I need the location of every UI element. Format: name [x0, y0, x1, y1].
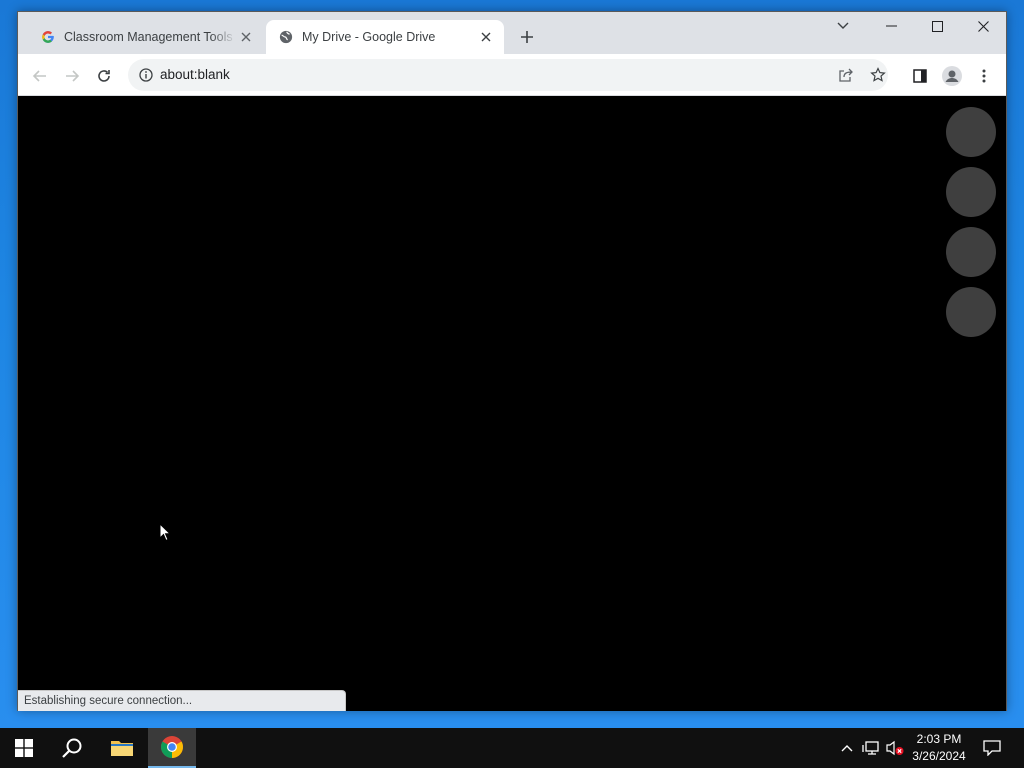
side-panel-button[interactable]	[906, 62, 934, 90]
notification-center-button[interactable]	[980, 728, 1004, 768]
back-button[interactable]	[26, 62, 54, 90]
kebab-menu-icon	[982, 69, 986, 83]
chrome-taskbar-button[interactable]	[148, 728, 196, 768]
browser-toolbar: about:blank	[18, 54, 1006, 96]
address-text: about:blank	[160, 67, 230, 82]
tab-classroom-tools[interactable]: Classroom Management Tools &	[28, 20, 264, 54]
status-bubble: Establishing secure connection...	[18, 690, 346, 711]
plus-icon	[521, 31, 533, 43]
reload-button[interactable]	[90, 62, 118, 90]
file-explorer-button[interactable]	[98, 728, 146, 768]
taskbar: 2:03 PM 3/26/2024	[0, 728, 1024, 768]
minimize-icon	[885, 25, 897, 27]
network-icon	[862, 741, 879, 755]
close-icon	[977, 20, 989, 32]
notification-icon	[983, 740, 1001, 756]
info-icon[interactable]	[138, 67, 154, 83]
browser-window: Classroom Management Tools & My Drive - …	[17, 11, 1007, 711]
tab-close-icon[interactable]	[236, 27, 256, 47]
profile-button[interactable]	[938, 62, 966, 90]
side-panel-icon	[913, 69, 927, 83]
search-icon	[62, 738, 82, 758]
tab-close-icon[interactable]	[476, 27, 496, 47]
tab-title: My Drive - Google Drive	[302, 30, 436, 44]
chevron-down-icon	[837, 22, 849, 29]
arrow-right-icon	[66, 70, 80, 82]
taskbar-clock[interactable]: 2:03 PM 3/26/2024	[906, 731, 972, 765]
arrow-left-icon	[32, 70, 46, 82]
search-button[interactable]	[48, 728, 96, 768]
maximize-button[interactable]	[914, 12, 960, 40]
folder-icon	[111, 741, 133, 756]
volume-button[interactable]	[884, 728, 906, 768]
bookmark-star-icon[interactable]	[868, 65, 888, 85]
start-button[interactable]	[0, 728, 48, 768]
globe-icon	[278, 29, 294, 45]
network-button[interactable]	[860, 728, 882, 768]
avatar-icon	[942, 66, 962, 86]
minimize-button[interactable]	[868, 12, 914, 40]
windows-start-icon	[15, 739, 33, 757]
share-icon[interactable]	[836, 65, 856, 85]
floating-action-button[interactable]	[946, 167, 996, 217]
maximize-icon	[931, 20, 943, 32]
mouse-cursor-icon	[159, 522, 172, 547]
volume-muted-icon	[886, 740, 904, 756]
clock-date: 3/26/2024	[912, 749, 966, 763]
menu-button[interactable]	[970, 62, 998, 90]
chevron-up-icon	[841, 745, 853, 752]
tab-search-button[interactable]	[823, 12, 863, 40]
chrome-icon	[161, 736, 183, 758]
page-viewport: Establishing secure connection...	[18, 97, 1006, 711]
floating-action-button[interactable]	[946, 227, 996, 277]
tab-strip: Classroom Management Tools & My Drive - …	[18, 12, 1006, 54]
google-g-icon	[40, 29, 56, 45]
forward-button[interactable]	[58, 62, 86, 90]
tab-my-drive[interactable]: My Drive - Google Drive	[266, 20, 504, 54]
floating-action-button[interactable]	[946, 107, 996, 157]
floating-action-button[interactable]	[946, 287, 996, 337]
reload-icon	[98, 70, 110, 82]
tab-title: Classroom Management Tools &	[64, 30, 236, 44]
clock-time: 2:03 PM	[916, 732, 962, 746]
close-window-button[interactable]	[960, 12, 1006, 40]
tray-overflow-button[interactable]	[838, 728, 856, 768]
new-tab-button[interactable]	[515, 25, 539, 49]
address-bar[interactable]: about:blank	[128, 59, 888, 91]
